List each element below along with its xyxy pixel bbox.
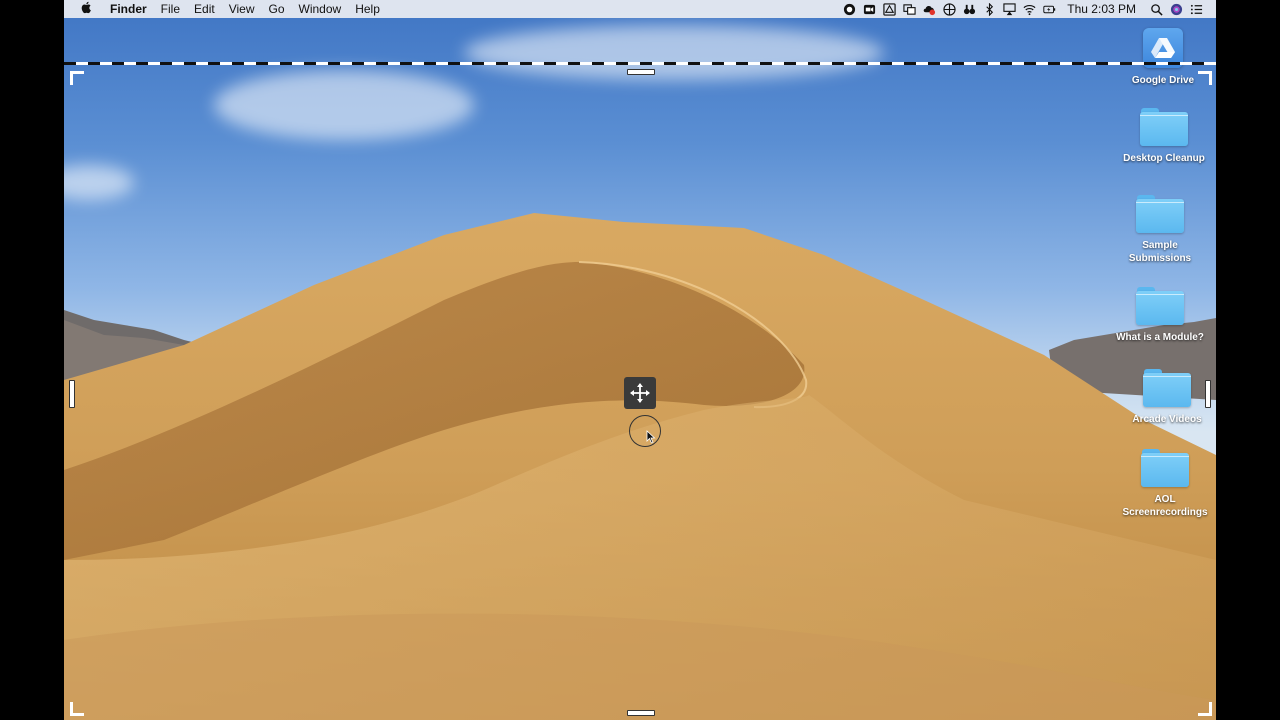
menu-go[interactable]: Go xyxy=(262,0,292,18)
screen-share-icon[interactable] xyxy=(899,0,919,18)
desktop-icon-desktop-cleanup[interactable]: Desktop Cleanup xyxy=(1109,108,1216,165)
notification-center-icon[interactable] xyxy=(1186,0,1206,18)
folder-icon xyxy=(1143,369,1191,407)
desktop-icon-label: Arcade Videos xyxy=(1132,414,1202,425)
desktop-icon-label: Google Drive xyxy=(1131,75,1195,86)
drive-icon[interactable] xyxy=(879,0,899,18)
spotlight-icon[interactable] xyxy=(1146,0,1166,18)
desktop-icon-label: Desktop Cleanup xyxy=(1123,153,1205,164)
menu-help[interactable]: Help xyxy=(348,0,387,18)
folder-icon xyxy=(1136,287,1184,325)
resize-handle-top[interactable] xyxy=(627,69,655,75)
desktop-icon-sample-submissions[interactable]: Sample Submissions xyxy=(1105,195,1215,265)
resize-handle-bottom-left[interactable] xyxy=(70,702,84,716)
desert-dune-wallpaper xyxy=(64,213,1216,720)
desktop-icon-what-is-a-module[interactable]: What is a Module? xyxy=(1105,287,1215,344)
resize-handle-bottom-right[interactable] xyxy=(1198,702,1212,716)
menu-app-finder[interactable]: Finder xyxy=(108,0,154,18)
menu-view[interactable]: View xyxy=(222,0,262,18)
folder-icon xyxy=(1141,449,1189,487)
bluetooth-icon[interactable] xyxy=(979,0,999,18)
siri-icon[interactable] xyxy=(1166,0,1186,18)
menu-file[interactable]: File xyxy=(154,0,187,18)
airplay-icon[interactable] xyxy=(999,0,1019,18)
folder-icon xyxy=(1140,108,1188,146)
zoom-icon[interactable] xyxy=(859,0,879,18)
desktop-icon-label: What is a Module? xyxy=(1116,332,1204,343)
target-icon[interactable] xyxy=(939,0,959,18)
menu-edit[interactable]: Edit xyxy=(187,0,222,18)
battery-icon[interactable] xyxy=(1039,0,1059,18)
resize-handle-top-left[interactable] xyxy=(70,71,84,85)
cursor-click-ring xyxy=(629,415,661,447)
record-icon[interactable] xyxy=(839,0,859,18)
desktop-icon-aol-screenrecordings[interactable]: AOL Screenrecordings xyxy=(1110,449,1216,519)
menu-clock[interactable]: Thu 2:03 PM xyxy=(1059,2,1146,16)
capture-selection-top-edge[interactable] xyxy=(64,62,1216,65)
creative-cloud-icon[interactable] xyxy=(919,0,939,18)
desktop-icon-label: AOL Screenrecordings xyxy=(1122,494,1208,518)
wifi-icon[interactable] xyxy=(1019,0,1039,18)
desktop-screen: Finder File Edit View Go Window Help Thu… xyxy=(64,0,1216,720)
pointer-cursor-icon xyxy=(646,430,656,444)
resize-handle-right[interactable] xyxy=(1205,380,1211,408)
apple-icon[interactable] xyxy=(64,1,108,17)
folder-icon xyxy=(1136,195,1184,233)
resize-handle-left[interactable] xyxy=(69,380,75,408)
desktop-icon-label: Sample Submissions xyxy=(1128,240,1192,264)
resize-handle-bottom[interactable] xyxy=(627,710,655,716)
desktop-icon-arcade-videos[interactable]: Arcade Videos xyxy=(1112,369,1216,426)
binoculars-icon[interactable] xyxy=(959,0,979,18)
menu-bar: Finder File Edit View Go Window Help Thu… xyxy=(64,0,1216,18)
move-arrows-icon[interactable] xyxy=(624,377,656,409)
resize-handle-top-right[interactable] xyxy=(1198,71,1212,85)
menu-window[interactable]: Window xyxy=(292,0,349,18)
